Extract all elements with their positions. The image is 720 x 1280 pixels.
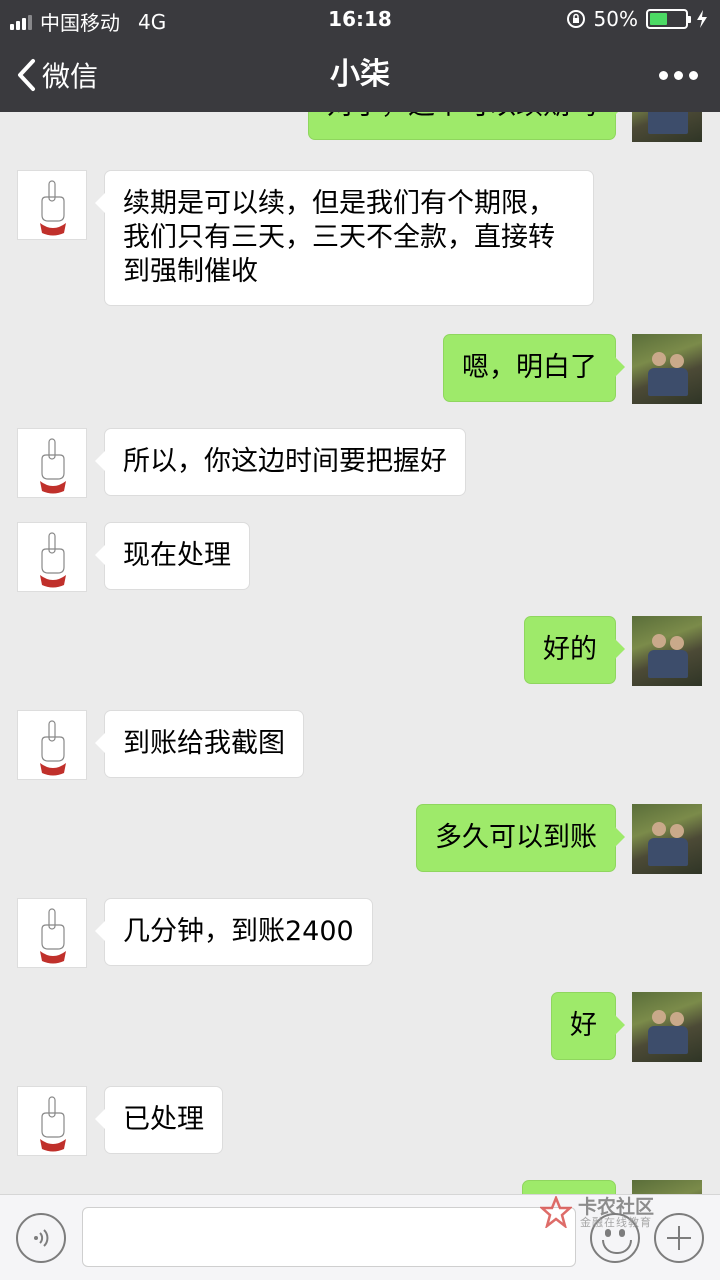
battery-percent: 50% [593,7,638,31]
received-bubble[interactable]: 所以，你这边时间要把握好 [95,428,466,496]
status-bar: 中国移动 4G 16:18 50% [0,0,720,38]
battery-icon [646,9,691,29]
voice-wave-icon [34,1229,49,1247]
received-bubble[interactable]: 续期是可以续，但是我们有个期限，我们只有三天，三天不全款，直接转到强制催收 [95,170,594,306]
hand-gesture-icon [40,180,66,236]
chat-area[interactable]: 对了，这个可以续期吗 续期是可以续，但是我们有个期限，我们只有三天，三天不全款，… [0,112,720,1194]
my-avatar[interactable] [632,804,702,874]
received-bubble[interactable]: 已处理 [95,1086,223,1154]
contact-avatar[interactable] [17,1086,87,1156]
charging-icon [697,10,707,28]
nav-bar: 微信 小柒 [0,38,720,112]
contact-avatar[interactable] [17,710,87,780]
my-avatar[interactable] [632,334,702,404]
chat-title: 小柒 [330,57,390,92]
sent-bubble[interactable]: 嗯，明白了 [443,334,625,402]
watermark-subtitle: 金融在线教育 [580,1216,652,1229]
voice-input-button[interactable] [16,1213,66,1263]
my-avatar[interactable] [632,616,702,686]
hand-gesture-icon [40,438,66,494]
watermark-logo-icon [540,1196,572,1228]
received-bubble[interactable]: 几分钟，到账2400 [95,898,373,966]
hand-gesture-icon [40,532,66,588]
contact-avatar[interactable] [17,522,87,592]
contact-avatar[interactable] [17,898,87,968]
watermark: 卡农社区 金融在线教育 [540,1192,670,1232]
status-right: 50% [566,7,708,31]
message-input[interactable] [82,1207,576,1267]
hand-gesture-icon [40,1096,66,1152]
sent-bubble[interactable]: 多久可以到账 [416,804,625,872]
sent-bubble[interactable]: 对了，这个可以续期吗 [308,112,625,140]
received-bubble[interactable]: 到账给我截图 [95,710,304,778]
sent-bubble[interactable]: 好的 [524,616,625,684]
my-avatar[interactable] [632,112,702,142]
sent-bubble[interactable]: 好 [551,992,625,1060]
hand-gesture-icon [40,908,66,964]
my-avatar[interactable] [632,992,702,1062]
received-bubble[interactable]: 现在处理 [95,522,250,590]
contact-avatar[interactable] [17,428,87,498]
contact-avatar[interactable] [17,170,87,240]
hand-gesture-icon [40,720,66,776]
orientation-lock-icon [566,10,585,28]
more-options-icon[interactable] [659,38,698,112]
